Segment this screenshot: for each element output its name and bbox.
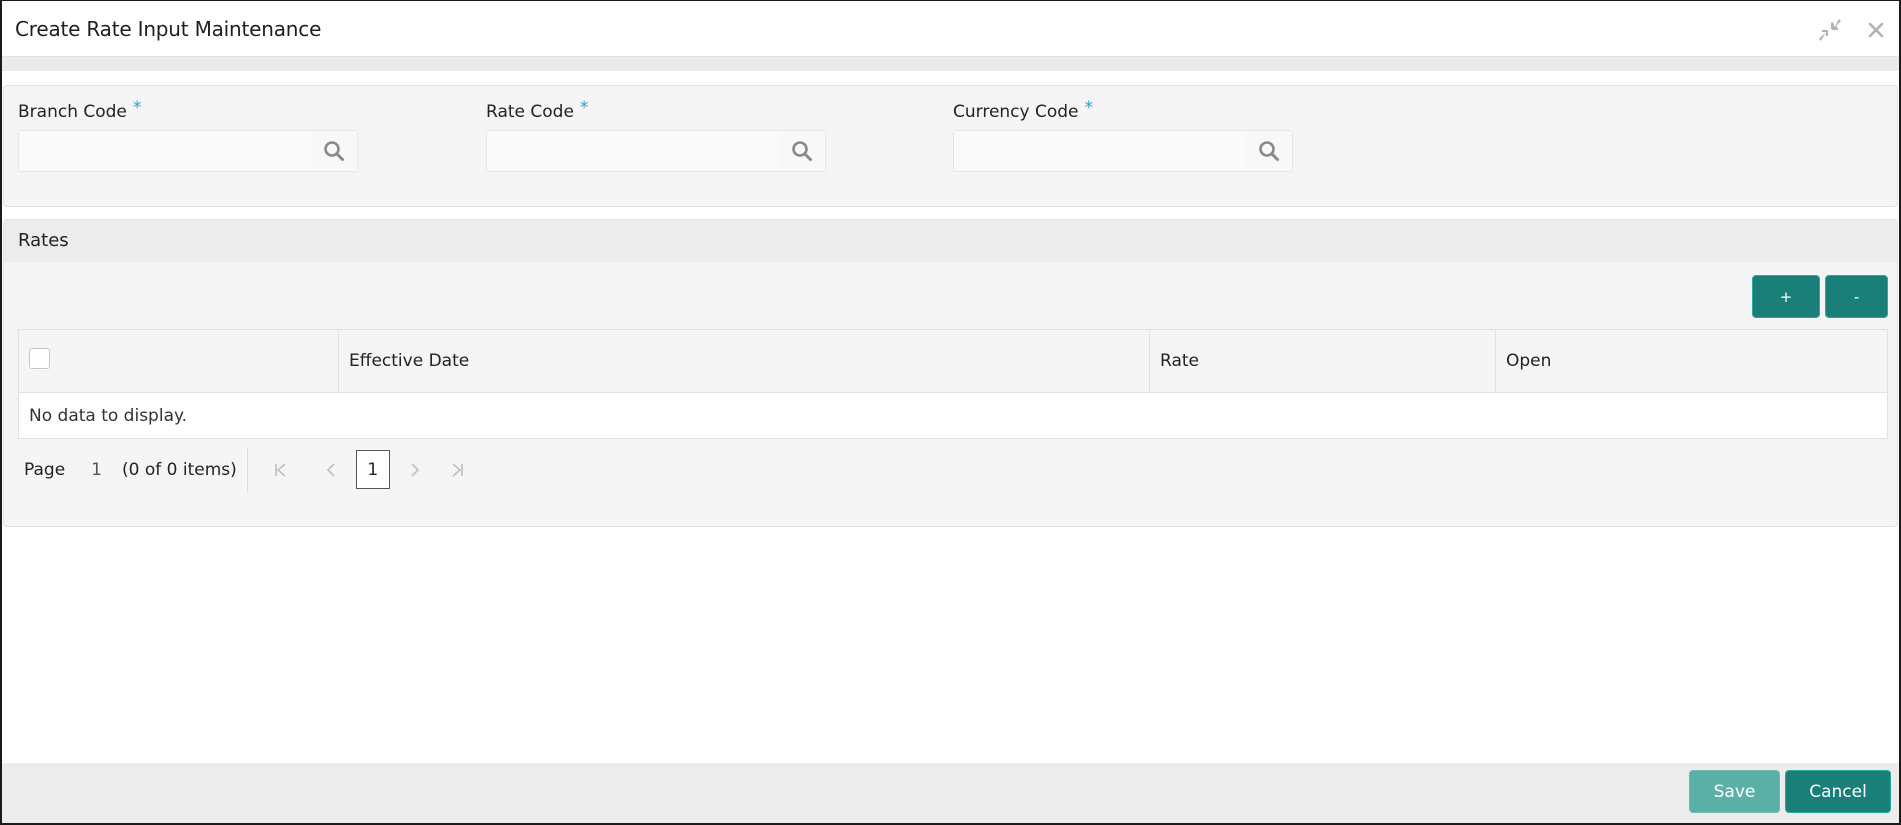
close-icon bbox=[1868, 22, 1884, 38]
rate-code-label: Rate Code bbox=[486, 102, 574, 122]
page-button-1[interactable]: 1 bbox=[355, 450, 390, 489]
rate-code-search-button[interactable] bbox=[779, 131, 825, 171]
save-button[interactable]: Save bbox=[1689, 770, 1780, 813]
items-summary: (0 of 0 items) bbox=[121, 459, 237, 480]
branch-code-input[interactable] bbox=[19, 131, 309, 171]
first-page-icon bbox=[274, 462, 286, 477]
column-header-rate[interactable]: Rate bbox=[1150, 330, 1496, 392]
currency-code-search-button[interactable] bbox=[1246, 131, 1292, 171]
minimize-button[interactable] bbox=[1817, 17, 1843, 43]
rate-code-field: Rate Code * bbox=[486, 98, 826, 172]
criteria-panel: Branch Code * Rate Code * Currency Code … bbox=[3, 85, 1898, 207]
column-header-effective-date[interactable]: Effective Date bbox=[339, 330, 1150, 392]
dialog-footer: Save Cancel bbox=[2, 763, 1899, 823]
page-label: Page bbox=[24, 459, 66, 480]
chevron-right-icon bbox=[411, 462, 420, 477]
rate-code-input-wrapper bbox=[486, 130, 826, 172]
remove-row-button[interactable]: - bbox=[1825, 275, 1888, 318]
search-icon bbox=[324, 141, 344, 161]
header-separator-band bbox=[2, 57, 1899, 71]
rate-code-input[interactable] bbox=[487, 131, 777, 171]
pagination: Page 1 (0 of 0 items) 1 bbox=[24, 447, 476, 492]
last-page-icon bbox=[452, 462, 463, 477]
previous-page-button[interactable] bbox=[312, 451, 350, 489]
close-button[interactable] bbox=[1863, 17, 1889, 43]
chevron-left-icon bbox=[326, 462, 335, 477]
currency-code-input-wrapper bbox=[953, 130, 1293, 172]
empty-table-message: No data to display. bbox=[29, 405, 188, 426]
search-icon bbox=[792, 141, 812, 161]
cancel-button[interactable]: Cancel bbox=[1785, 770, 1891, 813]
rates-table: Effective Date Rate Open No data to disp… bbox=[18, 329, 1888, 439]
minimize-arrows-icon bbox=[1819, 19, 1841, 41]
branch-code-input-wrapper bbox=[18, 130, 358, 172]
rates-panel: Rates + - Effective Date Rate Open No da… bbox=[3, 219, 1898, 527]
search-icon bbox=[1259, 141, 1279, 161]
first-page-button[interactable] bbox=[262, 451, 300, 489]
branch-code-search-button[interactable] bbox=[311, 131, 357, 171]
currency-code-field: Currency Code * bbox=[953, 98, 1293, 172]
dialog-title: Create Rate Input Maintenance bbox=[15, 17, 322, 41]
dialog-window: Create Rate Input Maintenance Branch Cod… bbox=[0, 0, 1901, 825]
next-page-button[interactable] bbox=[396, 451, 434, 489]
branch-code-label: Branch Code bbox=[18, 102, 127, 122]
last-page-button[interactable] bbox=[438, 451, 476, 489]
currency-code-input[interactable] bbox=[954, 131, 1244, 171]
title-bar: Create Rate Input Maintenance bbox=[2, 1, 1899, 57]
select-all-checkbox[interactable] bbox=[29, 347, 50, 369]
required-asterisk: * bbox=[579, 98, 589, 118]
required-asterisk: * bbox=[132, 98, 142, 118]
table-header-row: Effective Date Rate Open bbox=[19, 330, 1887, 393]
select-all-column bbox=[19, 330, 339, 392]
branch-code-field: Branch Code * bbox=[18, 98, 358, 172]
current-page-value: 1 bbox=[91, 459, 102, 480]
pager-divider bbox=[246, 447, 248, 492]
required-asterisk: * bbox=[1084, 98, 1094, 118]
column-header-open[interactable]: Open bbox=[1496, 330, 1887, 392]
rates-section-title: Rates bbox=[18, 230, 69, 251]
rates-section-header: Rates bbox=[4, 220, 1897, 262]
add-row-button[interactable]: + bbox=[1752, 275, 1820, 318]
currency-code-label: Currency Code bbox=[953, 102, 1079, 122]
